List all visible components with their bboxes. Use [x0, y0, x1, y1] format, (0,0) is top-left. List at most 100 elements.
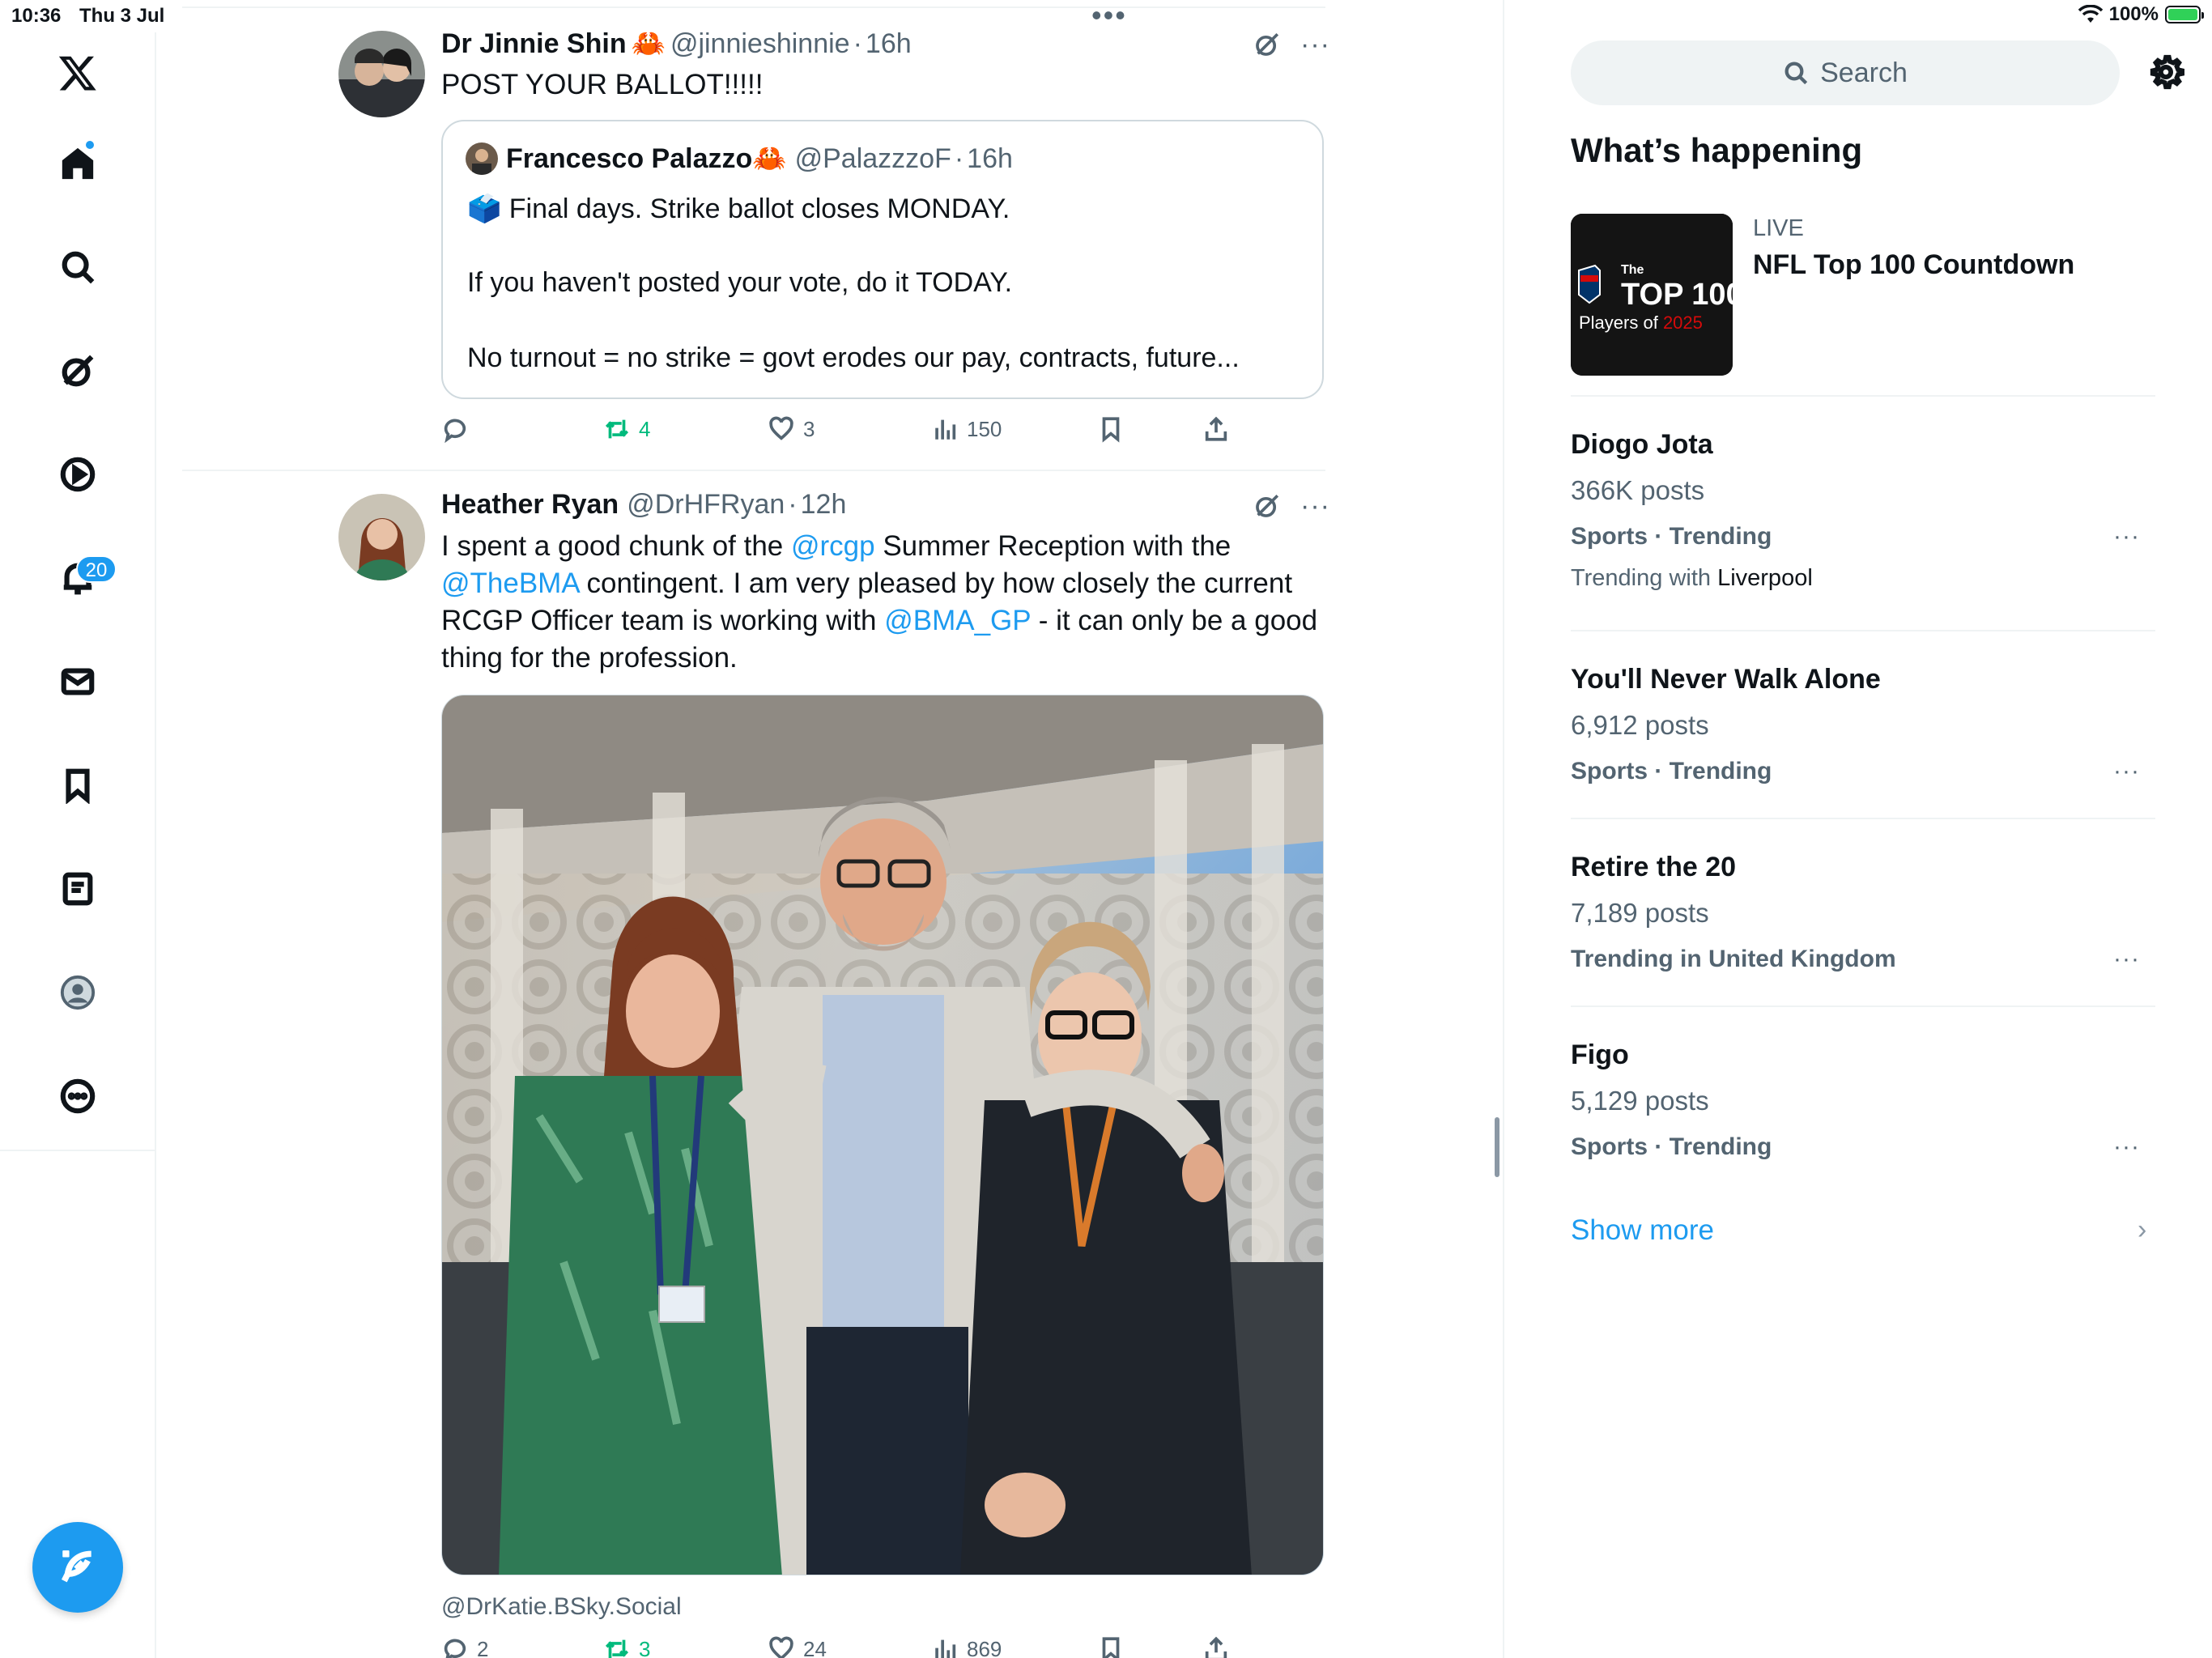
- quote-time: 16h: [967, 142, 1013, 174]
- trend-divider: [1571, 395, 2155, 397]
- split-view-handle[interactable]: [1495, 1117, 1499, 1177]
- x-logo-icon[interactable]: [45, 40, 110, 105]
- views-button[interactable]: 150: [931, 415, 1002, 443]
- more-options-button[interactable]: ···: [1300, 31, 1330, 58]
- header-separator: ·: [788, 489, 798, 520]
- live-thumbnail[interactable]: The TOP 100 Players of 2025: [1571, 214, 1733, 376]
- share-button[interactable]: [1202, 415, 1230, 443]
- trend-with-label: Trending with: [1571, 565, 1718, 591]
- mention-link[interactable]: @rcgp: [791, 530, 875, 562]
- retweet-count: 3: [639, 1636, 651, 1658]
- tweet-text: POST YOUR BALLOT!!!!!: [441, 69, 764, 100]
- trend-with: Trending with Liverpool: [1571, 565, 1813, 592]
- tweet-time[interactable]: 12h: [801, 489, 847, 521]
- like-button[interactable]: 3: [768, 415, 815, 443]
- thumb-text-players: Players of 2025: [1579, 312, 1703, 333]
- live-title[interactable]: NFL Top 100 Countdown: [1753, 249, 2074, 281]
- reply-button[interactable]: [441, 415, 477, 443]
- bookmark-button[interactable]: [1097, 415, 1125, 443]
- tweet-text-segment: RCGP Officer team is working with: [441, 605, 885, 636]
- trend-more-button[interactable]: ···: [2113, 946, 2140, 973]
- tweet-header: Dr Jinnie Shin 🦀 @jinnieshinnie · 16h: [441, 28, 912, 60]
- grok-icon[interactable]: [1253, 492, 1281, 520]
- tweet-text: I spent a good chunk of the @rcgp Summer…: [441, 528, 1328, 677]
- bookmark-icon[interactable]: [45, 753, 110, 818]
- chevron-right-icon[interactable]: ›: [2138, 1214, 2146, 1246]
- list-icon[interactable]: [45, 857, 110, 921]
- trend-category: Sports · Trending: [1571, 1133, 1772, 1160]
- view-count: 869: [967, 1636, 1002, 1658]
- tweet-time[interactable]: 16h: [866, 28, 912, 60]
- bookmark-icon: [1102, 417, 1120, 443]
- more-options-button[interactable]: ···: [1300, 492, 1330, 520]
- retweet-icon: [605, 419, 629, 439]
- trend-more-button[interactable]: ···: [2113, 523, 2140, 551]
- tweet-header: Heather Ryan @DrHFRyan · 12h: [441, 489, 846, 521]
- grok-icon[interactable]: [45, 338, 110, 403]
- retweet-button[interactable]: 3: [603, 1635, 650, 1658]
- show-more-link[interactable]: Show more: [1571, 1214, 1714, 1247]
- quoted-tweet[interactable]: Francesco Palazzo 🦀 @PalazzzoF · 16h 🗳️ …: [441, 120, 1324, 399]
- reply-count: 2: [477, 1636, 489, 1658]
- quote-line-2: If you haven't posted your vote, do it T…: [467, 267, 1013, 298]
- trend-name[interactable]: Figo: [1571, 1039, 1629, 1071]
- more-circle-icon[interactable]: [45, 1064, 110, 1129]
- trend-more-button[interactable]: ···: [2113, 758, 2140, 785]
- tweet-line-4: thing for the profession.: [441, 642, 738, 674]
- search-icon[interactable]: [45, 235, 110, 300]
- tweet-avatar[interactable]: [338, 31, 425, 117]
- retweet-icon: [605, 1639, 629, 1658]
- grok-icon[interactable]: [1253, 31, 1281, 58]
- trend-name[interactable]: Retire the 20: [1571, 852, 1736, 883]
- play-icon[interactable]: [45, 442, 110, 507]
- status-right: 100%: [2078, 3, 2204, 26]
- views-button[interactable]: 869: [931, 1635, 1002, 1658]
- tweet-text-segment: Summer Reception with the: [874, 530, 1231, 562]
- trend-more-button[interactable]: ···: [2113, 1133, 2140, 1161]
- mention-link[interactable]: @BMA_GP: [884, 605, 1031, 636]
- header-separator: ·: [853, 28, 862, 59]
- reply-button[interactable]: 2: [441, 1635, 488, 1658]
- share-button[interactable]: [1202, 1635, 1230, 1658]
- mail-icon[interactable]: [45, 649, 110, 714]
- home-icon[interactable]: [45, 131, 110, 196]
- tweet-avatar[interactable]: [338, 494, 425, 580]
- tweet-tools: ···: [1253, 492, 1330, 520]
- view-count: 150: [967, 416, 1002, 441]
- like-count: 3: [803, 416, 815, 441]
- trend-name[interactable]: You'll Never Walk Alone: [1571, 664, 1881, 695]
- trend-divider: [1571, 1005, 2155, 1007]
- like-button[interactable]: 24: [768, 1635, 827, 1658]
- share-icon: [1205, 1636, 1227, 1658]
- trend-post-count: 7,189 posts: [1571, 898, 1709, 928]
- section-title: What’s happening: [1571, 131, 1863, 169]
- author-name[interactable]: Heather Ryan: [441, 489, 619, 521]
- tweet-line-2: @TheBMA contingent. I am very pleased by…: [441, 565, 1328, 602]
- author-handle[interactable]: @jinnieshinnie: [670, 28, 850, 60]
- trend-name[interactable]: Diogo Jota: [1571, 429, 1713, 461]
- reply-icon: [444, 1639, 466, 1658]
- tweet-line-3: RCGP Officer team is working with @BMA_G…: [441, 602, 1328, 640]
- mention-link[interactable]: @TheBMA: [441, 568, 579, 599]
- compose-feather-icon: [61, 1550, 91, 1583]
- thumb-text-the: The: [1621, 263, 1644, 277]
- compose-button[interactable]: [32, 1522, 123, 1613]
- rail-divider: [0, 1150, 156, 1151]
- heart-icon: [769, 1636, 793, 1658]
- quote-line-3: No turnout = no strike = govt erodes our…: [467, 342, 1240, 373]
- multitask-handle[interactable]: •••: [1091, 1, 1127, 30]
- like-count: 24: [803, 1636, 827, 1658]
- bookmark-button[interactable]: [1097, 1635, 1125, 1658]
- thumb-text-top100: TOP 100: [1621, 278, 1733, 312]
- author-name[interactable]: Dr Jinnie Shin: [441, 28, 627, 60]
- retweet-button[interactable]: 4: [603, 415, 650, 443]
- gear-icon[interactable]: [2147, 53, 2184, 91]
- tweet-photo[interactable]: [441, 695, 1324, 1575]
- author-handle[interactable]: @DrHFRyan: [627, 489, 785, 521]
- views-icon: [935, 1639, 956, 1658]
- quote-line-1: 🗳️ Final days. Strike ballot closes MOND…: [467, 193, 1010, 224]
- avatar-icon[interactable]: [45, 960, 110, 1025]
- search-input[interactable]: Search: [1571, 40, 2120, 105]
- photo-credit[interactable]: @DrKatie.BSky.Social: [441, 1593, 682, 1621]
- quote-author-handle: @PalazzzoF: [794, 142, 951, 174]
